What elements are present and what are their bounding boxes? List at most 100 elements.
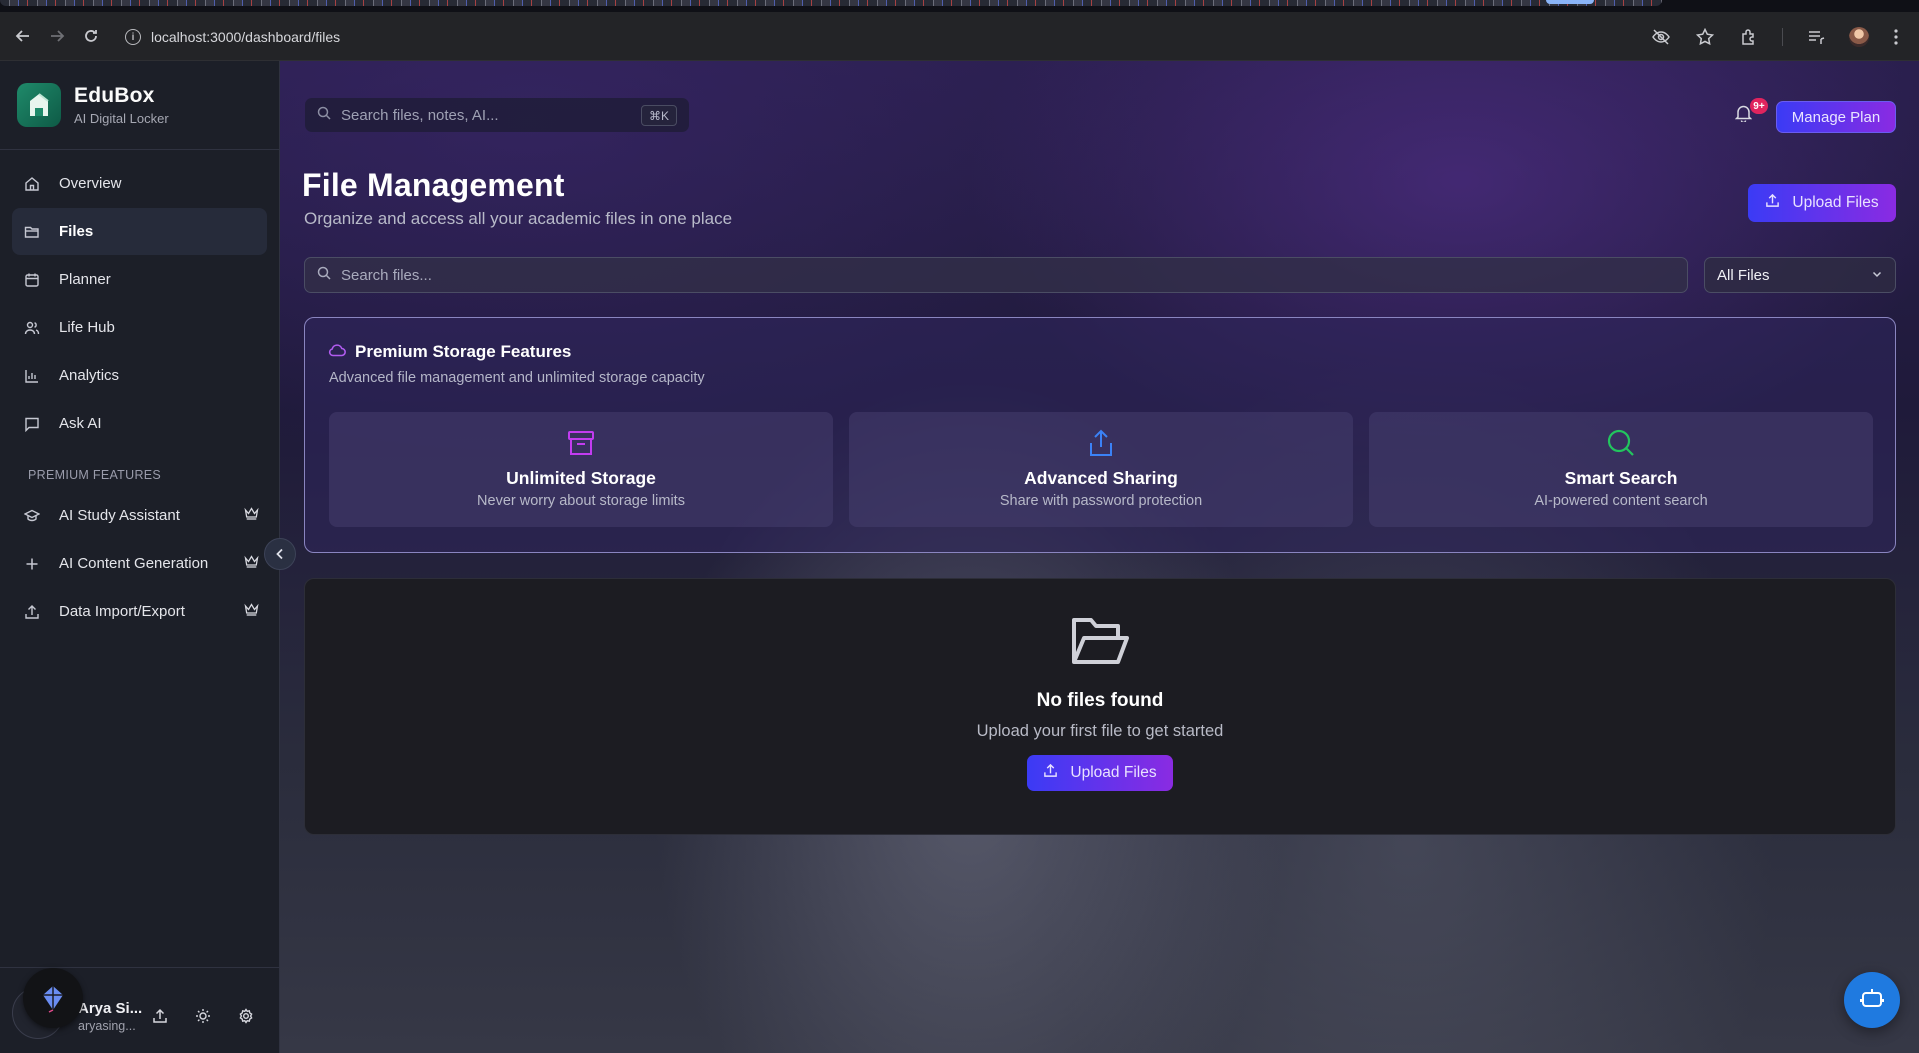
premium-subtitle: Advanced file management and unlimited s… bbox=[329, 370, 705, 386]
crown-icon bbox=[244, 603, 259, 620]
global-search-input[interactable]: Search files, notes, AI... ⌘K bbox=[305, 98, 689, 132]
brand-subtitle: AI Digital Locker bbox=[74, 111, 169, 126]
sidebar-item-files[interactable]: Files bbox=[12, 208, 267, 255]
feature-description: AI-powered content search bbox=[1534, 493, 1708, 509]
bar-chart-icon bbox=[24, 368, 40, 384]
calendar-icon bbox=[24, 272, 40, 288]
manage-plan-button[interactable]: Manage Plan bbox=[1776, 101, 1896, 133]
kite-app-icon[interactable] bbox=[23, 968, 83, 1028]
site-info-icon[interactable]: i bbox=[125, 29, 141, 45]
sidebar-item-data-import-export[interactable]: Data Import/Export bbox=[12, 588, 267, 635]
sidebar-item-planner[interactable]: Planner bbox=[12, 256, 267, 303]
file-search-input[interactable]: Search files... bbox=[304, 257, 1688, 293]
upload-icon bbox=[1765, 193, 1780, 213]
brand-name: EduBox bbox=[74, 84, 155, 107]
browser-tabs[interactable] bbox=[0, 0, 1662, 6]
media-controls-icon[interactable] bbox=[1805, 26, 1827, 48]
bookmark-star-icon[interactable] bbox=[1694, 26, 1716, 48]
search-icon bbox=[317, 106, 331, 124]
sidebar-item-label: Life Hub bbox=[59, 319, 115, 336]
reload-icon[interactable] bbox=[80, 25, 102, 47]
feature-title: Unlimited Storage bbox=[506, 468, 656, 488]
sidebar-item-label: Files bbox=[59, 223, 94, 240]
sidebar-item-overview[interactable]: Overview bbox=[12, 160, 267, 207]
file-type-filter-select[interactable]: All Files bbox=[1704, 257, 1896, 293]
plus-icon bbox=[24, 556, 40, 572]
settings-gear-icon[interactable] bbox=[236, 1006, 256, 1026]
feature-description: Share with password protection bbox=[999, 493, 1203, 509]
crown-icon bbox=[244, 555, 259, 572]
sidebar-item-life-hub[interactable]: Life Hub bbox=[12, 304, 267, 351]
sidebar-item-ai-content-generation[interactable]: AI Content Generation bbox=[12, 540, 267, 587]
user-email: aryasing... bbox=[78, 1019, 136, 1033]
message-icon bbox=[24, 416, 40, 432]
feature-unlimited-storage: Unlimited Storage Never worry about stor… bbox=[329, 412, 833, 527]
sidebar-item-ai-study-assistant[interactable]: AI Study Assistant bbox=[12, 492, 267, 539]
extensions-icon[interactable] bbox=[1738, 26, 1760, 48]
browser-tab-strip bbox=[0, 0, 1919, 12]
sidebar-item-label: Analytics bbox=[59, 367, 120, 384]
sidebar-item-analytics[interactable]: Analytics bbox=[12, 352, 267, 399]
page-subtitle: Organize and access all your academic fi… bbox=[304, 209, 733, 228]
upload-files-label: Upload Files bbox=[1792, 194, 1879, 211]
profile-avatar[interactable] bbox=[1849, 27, 1869, 47]
search-icon bbox=[1606, 428, 1636, 458]
active-tab-indicator bbox=[1546, 0, 1594, 4]
sidebar: EduBox AI Digital Locker Overview Files … bbox=[0, 61, 280, 1053]
premium-storage-card: Premium Storage Features Advanced file m… bbox=[304, 317, 1896, 553]
browser-actions bbox=[1650, 24, 1919, 50]
share-upload-icon bbox=[1086, 428, 1116, 458]
cloud-icon bbox=[328, 342, 346, 362]
folder-open-icon bbox=[1070, 614, 1130, 668]
page-title: File Management bbox=[302, 167, 565, 203]
user-name: Arya Si... bbox=[78, 1000, 143, 1017]
user-panel: Arya Si... aryasing... bbox=[0, 967, 280, 1053]
sidebar-item-label: Ask AI bbox=[59, 415, 102, 432]
premium-title: Premium Storage Features bbox=[355, 342, 572, 361]
home-icon bbox=[24, 176, 40, 192]
users-icon bbox=[24, 320, 40, 336]
sidebar-item-ask-ai[interactable]: Ask AI bbox=[12, 400, 267, 447]
eye-off-icon[interactable] bbox=[1650, 26, 1672, 48]
sidebar-item-label: AI Content Generation bbox=[59, 555, 209, 572]
keyboard-shortcut-badge: ⌘K bbox=[640, 105, 677, 126]
kebab-menu-icon[interactable] bbox=[1885, 26, 1907, 48]
edubox-logo-icon bbox=[17, 83, 61, 127]
upload-files-label: Upload Files bbox=[1070, 764, 1157, 781]
crown-icon bbox=[244, 507, 259, 524]
search-icon bbox=[317, 266, 331, 284]
address-bar[interactable]: i localhost:3000/dashboard/files bbox=[125, 24, 340, 50]
feature-title: Smart Search bbox=[1564, 468, 1678, 488]
archive-icon bbox=[566, 428, 596, 458]
url-text[interactable]: localhost:3000/dashboard/files bbox=[151, 29, 340, 45]
empty-state-title: No files found bbox=[1036, 690, 1164, 711]
theme-sun-icon[interactable] bbox=[193, 1006, 213, 1026]
upload-files-button[interactable]: Upload Files bbox=[1748, 184, 1896, 222]
feature-description: Never worry about storage limits bbox=[477, 493, 685, 509]
filter-selected-value: All Files bbox=[1717, 266, 1770, 284]
brand[interactable]: EduBox AI Digital Locker bbox=[0, 61, 279, 150]
sidebar-collapse-button[interactable] bbox=[264, 538, 296, 570]
chatbot-button[interactable] bbox=[1844, 972, 1900, 1028]
sidebar-item-label: AI Study Assistant bbox=[59, 507, 180, 524]
sidebar-nav: Overview Files Planner Life Hub Analytic… bbox=[0, 150, 279, 635]
chevron-down-icon bbox=[1871, 267, 1883, 284]
file-search-placeholder: Search files... bbox=[341, 266, 432, 284]
sidebar-item-label: Data Import/Export bbox=[59, 603, 185, 620]
upload-icon bbox=[24, 604, 40, 620]
folder-icon bbox=[24, 224, 40, 240]
empty-state-subtitle: Upload your first file to get started bbox=[976, 722, 1224, 740]
back-icon[interactable] bbox=[12, 25, 34, 47]
upload-first-file-button[interactable]: Upload Files bbox=[1027, 755, 1173, 791]
notification-badge: 9+ bbox=[1750, 98, 1768, 114]
feature-title: Advanced Sharing bbox=[1024, 468, 1178, 488]
forward-icon[interactable] bbox=[46, 25, 68, 47]
feature-advanced-sharing: Advanced Sharing Share with password pro… bbox=[849, 412, 1353, 527]
feature-smart-search: Smart Search AI-powered content search bbox=[1369, 412, 1873, 527]
upload-icon bbox=[1043, 763, 1058, 783]
premium-section-label: PREMIUM FEATURES bbox=[28, 468, 162, 482]
main-content: Search files, notes, AI... ⌘K 9+ Manage … bbox=[280, 61, 1919, 1053]
share-upload-icon[interactable] bbox=[150, 1006, 170, 1026]
global-search-placeholder: Search files, notes, AI... bbox=[341, 106, 499, 124]
toolbar-divider bbox=[1782, 28, 1783, 46]
